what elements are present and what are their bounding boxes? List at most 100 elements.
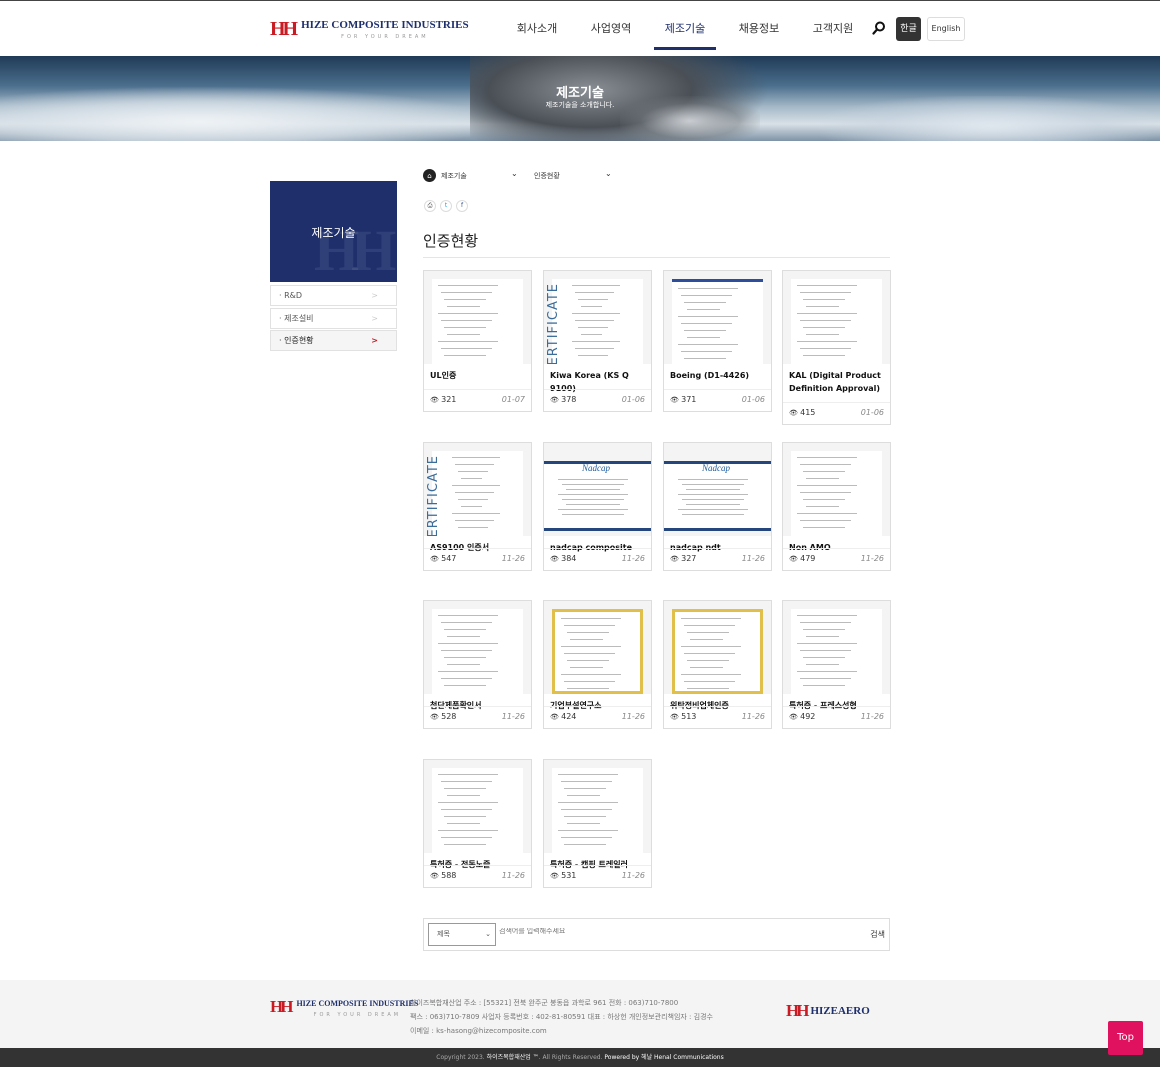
- certificate-thumbnail[interactable]: Nadcap: [544, 443, 651, 536]
- certificate-title[interactable]: UL인증: [430, 369, 528, 382]
- certificate-thumbnail[interactable]: [424, 271, 531, 364]
- view-count: 👁 513: [670, 712, 697, 721]
- copyright-bar: Copyright 2023. 하이즈복합재산업 ™. All Rights R…: [0, 1048, 1160, 1067]
- certificate-card[interactable]: 특허증 - 전동노즐👁 58811-26: [423, 759, 532, 888]
- view-count: 👁 424: [550, 712, 577, 721]
- certificate-thumbnail[interactable]: CERTIFICATE: [544, 271, 651, 364]
- eye-icon: 👁: [670, 555, 682, 563]
- eye-icon: 👁: [550, 555, 562, 563]
- site-header: HH HIZE COMPOSITE INDUSTRIES FOR YOUR DR…: [0, 0, 1160, 56]
- certificate-card[interactable]: CERTIFICATE Kiwa Korea (KS Q 9100)👁 378 01…: [543, 270, 652, 412]
- certificate-card[interactable]: KAL (Digital Product Definition Approval…: [782, 270, 891, 425]
- certificate-label: CERTIFICATE: [546, 283, 561, 364]
- sidebar-item-equipment[interactable]: · 제조설비 >: [270, 308, 397, 329]
- search-input[interactable]: [499, 928, 799, 935]
- nav-company[interactable]: 회사소개: [500, 1, 574, 56]
- certificate-card[interactable]: Nadcapnadcap ndt👁 32711-26: [663, 442, 772, 571]
- view-count: 👁 327: [670, 554, 697, 563]
- certificate-thumbnail[interactable]: Nadcap: [664, 443, 771, 536]
- lang-english-button[interactable]: English: [927, 17, 965, 41]
- nav-support[interactable]: 고객지원: [796, 1, 870, 56]
- certificate-thumbnail[interactable]: [783, 271, 890, 364]
- sidebar-item-certification[interactable]: · 인증현황 >: [270, 330, 397, 351]
- certificate-thumbnail[interactable]: [424, 760, 531, 853]
- title-divider: [423, 257, 890, 258]
- nav-technology[interactable]: 제조기술: [648, 1, 722, 56]
- certificate-card[interactable]: UL인증 👁 321 01-07: [423, 270, 532, 412]
- view-count: 👁 378: [550, 395, 577, 404]
- scroll-top-button[interactable]: Top: [1108, 1021, 1143, 1055]
- certificate-card[interactable]: 특허증 - 캠핑 트레일러👁 53111-26: [543, 759, 652, 888]
- facebook-icon[interactable]: f: [456, 200, 468, 212]
- post-date: 01-07: [501, 395, 525, 404]
- footer-company-info: 하이즈복합재산업 주소 : [55321] 전북 완주군 봉동읍 과학로 961…: [410, 999, 713, 1035]
- post-date: 01-06: [860, 408, 884, 417]
- certificate-card[interactable]: Boeing (D1-4426) 👁 371 01-06: [663, 270, 772, 412]
- twitter-icon[interactable]: t: [440, 200, 452, 212]
- certificate-card[interactable]: CERTIFICATEAS9100 인증서👁 54711-26: [423, 442, 532, 571]
- search-field-select[interactable]: 제목 ⌄: [428, 923, 496, 946]
- search-icon: [872, 21, 885, 35]
- post-date: 11-26: [501, 712, 525, 721]
- certificate-thumbnail[interactable]: [783, 601, 890, 694]
- certificate-card[interactable]: Nadcapnadcap composite👁 38411-26: [543, 442, 652, 571]
- certificate-title[interactable]: Boeing (D1-4426): [670, 369, 768, 382]
- nav-business[interactable]: 사업영역: [574, 1, 648, 56]
- eye-icon: 👁: [670, 713, 682, 721]
- board-search: 제목 ⌄ 검색: [423, 918, 890, 951]
- view-count: 👁 531: [550, 871, 577, 880]
- site-footer: HH HIZE COMPOSITE INDUSTRIES FOR YOUR DR…: [0, 980, 1160, 1048]
- post-date: 11-26: [741, 554, 765, 563]
- certificate-card[interactable]: 특허증 - 프레스성형👁 49211-26: [782, 600, 891, 729]
- post-date: 11-26: [501, 554, 525, 563]
- view-count: 👁 321: [430, 395, 457, 404]
- logo-slogan: FOR YOUR DREAM: [341, 34, 429, 40]
- eye-icon: 👁: [550, 872, 562, 880]
- chevron-down-icon[interactable]: ⌄: [605, 169, 612, 178]
- chevron-right-icon: >: [371, 314, 378, 323]
- certificate-card[interactable]: 기업부설연구소👁 42411-26: [543, 600, 652, 729]
- certificate-card[interactable]: 위탁정비업체인증👁 51311-26: [663, 600, 772, 729]
- logo-name: HIZE COMPOSITE INDUSTRIES: [301, 19, 469, 31]
- post-date: 11-26: [741, 712, 765, 721]
- hero-title: 제조기술: [556, 86, 604, 101]
- view-count: 👁 528: [430, 712, 457, 721]
- post-date: 01-06: [621, 395, 645, 404]
- certificate-card[interactable]: 첨단제품확인서👁 52811-26: [423, 600, 532, 729]
- certificate-card[interactable]: Non AMO👁 47911-26: [782, 442, 891, 571]
- breadcrumb-level2[interactable]: 인증현황: [534, 171, 560, 181]
- footer-hizeaero-logo[interactable]: HH HIZEAERO: [786, 1002, 870, 1020]
- eye-icon: 👁: [430, 396, 442, 404]
- nav-recruit[interactable]: 채용정보: [722, 1, 796, 56]
- breadcrumb-level1[interactable]: 제조기술: [441, 171, 467, 181]
- certificate-thumbnail[interactable]: CERTIFICATE: [424, 443, 531, 536]
- eye-icon: 👁: [430, 555, 442, 563]
- logo-mark: HH: [786, 1001, 810, 1020]
- footer-logo-slogan: FOR YOUR DREAM: [313, 1012, 402, 1018]
- lang-korean-button[interactable]: 한글: [896, 17, 921, 41]
- eye-icon: 👁: [670, 396, 682, 404]
- header-search-button[interactable]: [868, 17, 890, 39]
- certificate-title[interactable]: Kiwa Korea (KS Q 9100): [550, 369, 648, 395]
- certificate-thumbnail[interactable]: [664, 601, 771, 694]
- certificate-title[interactable]: KAL (Digital Product Definition Approval…: [789, 369, 887, 395]
- sidebar-item-rnd[interactable]: · R&D >: [270, 285, 397, 306]
- search-submit-button[interactable]: 검색: [870, 929, 885, 940]
- certificate-thumbnail[interactable]: [664, 271, 771, 364]
- certificate-thumbnail[interactable]: [544, 760, 651, 853]
- certificate-thumbnail[interactable]: [783, 443, 890, 536]
- view-count: 👁 415: [789, 408, 816, 417]
- certificate-thumbnail[interactable]: [424, 601, 531, 694]
- post-date: 11-26: [621, 554, 645, 563]
- post-date: 11-26: [621, 712, 645, 721]
- print-icon[interactable]: ⎙: [424, 200, 436, 212]
- eye-icon: 👁: [789, 555, 801, 563]
- site-logo[interactable]: HH HIZE COMPOSITE INDUSTRIES FOR YOUR DR…: [270, 19, 469, 40]
- home-icon[interactable]: ⌂: [423, 169, 436, 182]
- certificate-thumbnail[interactable]: [544, 601, 651, 694]
- nadcap-logo: Nadcap: [702, 463, 730, 473]
- sidebar-item-label: 인증현황: [284, 336, 314, 345]
- chevron-down-icon[interactable]: ⌄: [511, 169, 518, 178]
- logo-mark: HH: [270, 997, 294, 1016]
- view-count: 👁 588: [430, 871, 457, 880]
